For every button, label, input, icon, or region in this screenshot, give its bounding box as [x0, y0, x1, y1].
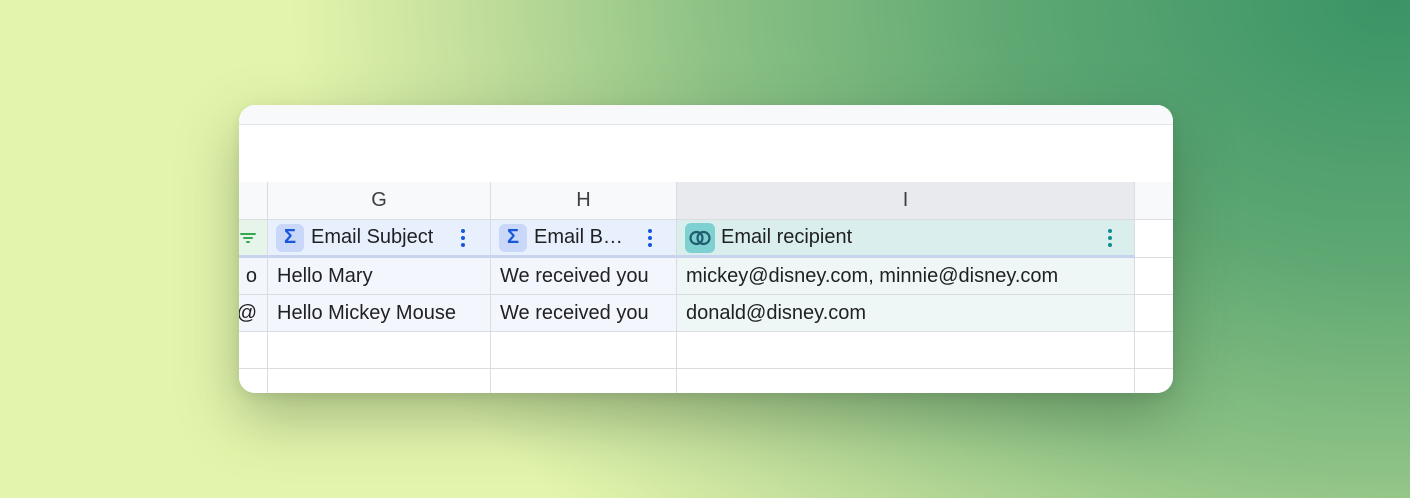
spreadsheet-window: G H I Σ Email Subject Σ Email B… Email r… [239, 105, 1173, 393]
table-cell[interactable] [268, 369, 491, 393]
table-cell[interactable]: o [239, 258, 268, 295]
column-letter-h[interactable]: H [491, 182, 677, 220]
table-cell[interactable]: mickey@disney.com, minnie@disney.com [677, 258, 1135, 295]
table-cell[interactable]: @ [239, 295, 268, 332]
table-cell[interactable] [1135, 258, 1173, 295]
header-cell-email-recipient[interactable]: Email recipient [677, 220, 1135, 258]
header-cell-j[interactable] [1135, 220, 1173, 258]
table-cell[interactable]: donald@disney.com [677, 295, 1135, 332]
sigma-formula-icon: Σ [499, 223, 527, 252]
kebab-menu-icon[interactable] [647, 220, 653, 255]
table-cell[interactable] [491, 369, 677, 393]
table-cell[interactable]: We received you [491, 295, 677, 332]
table-cell[interactable] [491, 332, 677, 369]
table-cell[interactable] [677, 332, 1135, 369]
table-cell[interactable] [1135, 369, 1173, 393]
sigma-formula-icon: Σ [276, 223, 304, 252]
table-cell[interactable]: Hello Mary [268, 258, 491, 295]
column-letter-i[interactable]: I [677, 182, 1135, 220]
header-cell-email-subject[interactable]: Σ Email Subject [268, 220, 491, 258]
kebab-menu-icon[interactable] [1107, 220, 1113, 255]
table-cell[interactable]: Hello Mickey Mouse [268, 295, 491, 332]
table-cell[interactable] [1135, 295, 1173, 332]
header-cell-f[interactable] [239, 220, 268, 258]
header-label-email-subject: Email Subject [311, 226, 434, 248]
table-cell[interactable] [677, 369, 1135, 393]
column-letter-g[interactable]: G [268, 182, 491, 220]
header-label-email-body: Email B… [534, 226, 623, 248]
header-label-email-recipient: Email recipient [721, 226, 853, 248]
kebab-menu-icon[interactable] [460, 220, 466, 255]
table-cell[interactable] [268, 332, 491, 369]
linked-record-icon [685, 222, 715, 253]
table-cell[interactable] [239, 369, 268, 393]
filter-lines-icon[interactable] [239, 220, 257, 255]
table-cell[interactable] [1135, 332, 1173, 369]
spreadsheet-grid: G H I Σ Email Subject Σ Email B… Email r… [239, 105, 1173, 393]
table-cell[interactable]: We received you [491, 258, 677, 295]
header-cell-email-body[interactable]: Σ Email B… [491, 220, 677, 258]
column-letter-f[interactable] [239, 182, 268, 220]
column-letter-j[interactable] [1135, 182, 1173, 220]
table-cell[interactable] [239, 332, 268, 369]
